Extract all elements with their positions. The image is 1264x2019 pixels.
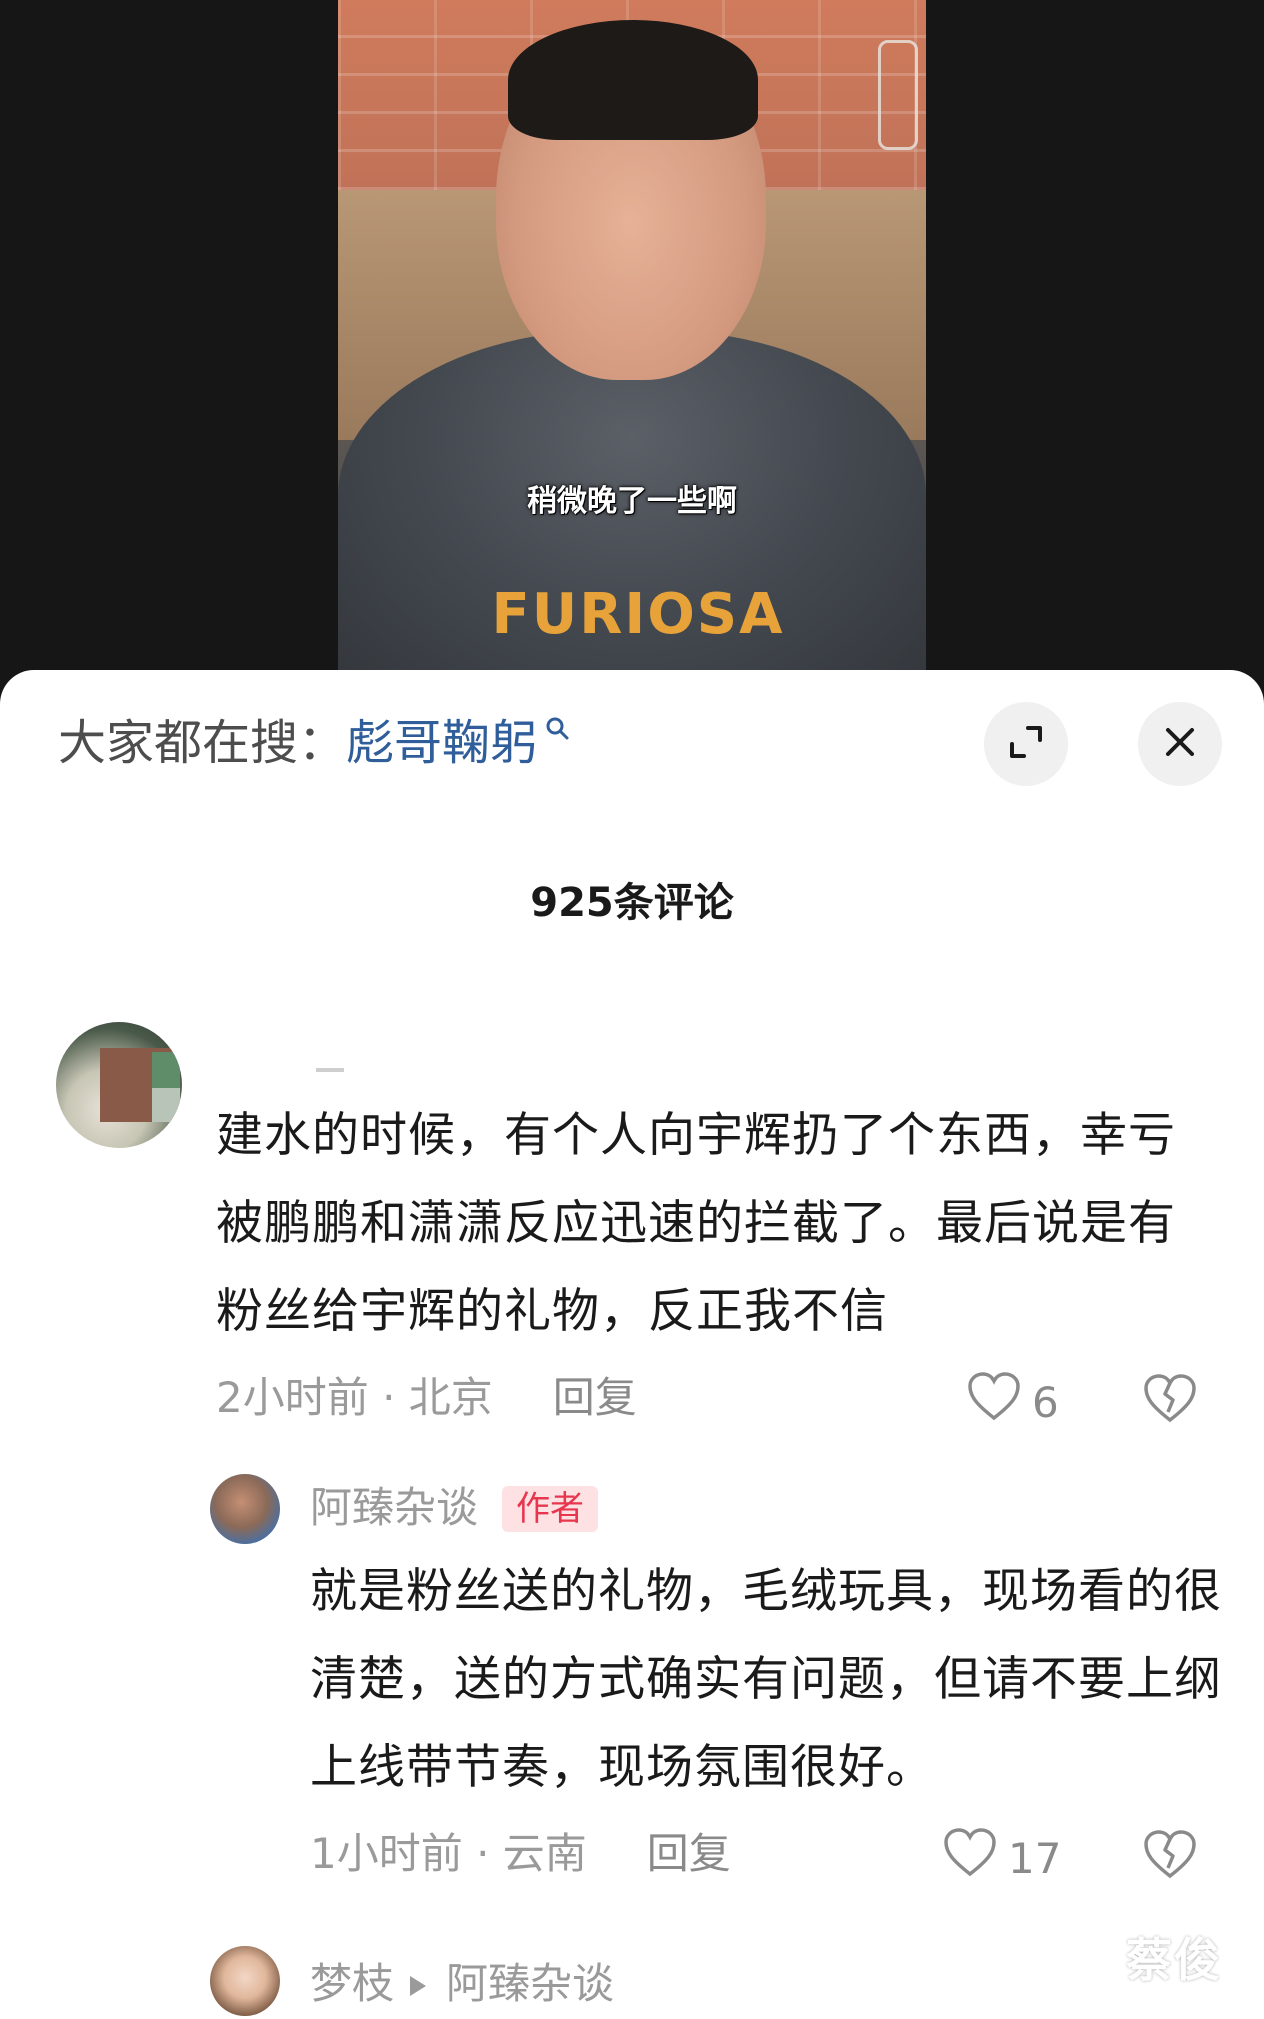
reply-username[interactable]: 梦枝 <box>310 1956 394 2012</box>
close-button[interactable] <box>1138 702 1222 786</box>
reply-username[interactable]: 阿臻杂谈 <box>310 1480 478 1536</box>
comment-text: 建水的时候，有个人向宇辉扔了个东西，幸亏被鹏鹏和潇潇反应迅速的拦截了。最后说是有… <box>216 1108 1176 1339</box>
avatar-mosaic <box>152 1052 180 1088</box>
heart-icon <box>966 1370 1022 1436</box>
comment-time-location: 2小时前 · 北京 <box>216 1373 493 1422</box>
video-subtitle: 稍微晚了一些啊 <box>527 484 737 519</box>
comment-meta: 2小时前 · 北京 回复 <box>216 1370 637 1426</box>
person-hair <box>508 20 758 140</box>
reply-text: 就是粉丝送的礼物，毛绒玩具，现场看的很清楚，送的方式确实有问题，但请不要上纲上线… <box>310 1564 1222 1795</box>
dislike-heart-icon <box>1142 1830 1198 1884</box>
expand-button[interactable] <box>984 702 1068 786</box>
reply-button[interactable]: 回复 <box>553 1370 637 1426</box>
avatar[interactable] <box>210 1946 280 2016</box>
dislike-heart-icon <box>1142 1374 1198 1428</box>
like-button[interactable]: 6 <box>966 1370 1059 1436</box>
heart-icon <box>942 1826 998 1892</box>
dislike-button[interactable] <box>1142 1828 1198 1884</box>
reply-header: 梦枝 阿臻杂谈 <box>310 1956 614 2012</box>
play-arrow-icon <box>408 1956 428 2012</box>
search-suggestion[interactable]: 大家都在搜： 彪哥鞠躬 <box>58 712 570 774</box>
watermark: 蔡俊 <box>1126 1933 1222 1987</box>
dislike-button[interactable] <box>1142 1372 1198 1428</box>
video-player[interactable]: FURIOSA <box>338 0 926 690</box>
close-icon <box>1162 724 1198 764</box>
author-badge: 作者 <box>502 1486 598 1532</box>
avatar[interactable] <box>210 1474 280 1544</box>
search-term-link[interactable]: 彪哥鞠躬 <box>346 712 538 774</box>
search-mini-icon <box>544 715 570 745</box>
expand-icon <box>1006 722 1046 766</box>
reply-button[interactable]: 回复 <box>647 1826 731 1882</box>
like-count: 6 <box>1032 1378 1059 1427</box>
reply-time-location: 1小时前 · 云南 <box>310 1829 587 1878</box>
shirt-logo: FURIOSA <box>491 582 785 647</box>
wall-cable <box>878 40 918 150</box>
avatar[interactable] <box>56 1022 182 1148</box>
avatar-mosaic <box>152 1088 180 1122</box>
comment-count-title: 925条评论 <box>530 880 734 926</box>
like-button[interactable]: 17 <box>942 1826 1061 1892</box>
like-count: 17 <box>1008 1834 1062 1883</box>
redacted-username <box>316 1068 344 1072</box>
reply-to-username[interactable]: 阿臻杂谈 <box>446 1956 614 2012</box>
search-prefix: 大家都在搜： <box>58 715 347 771</box>
reply-meta: 1小时前 · 云南 回复 <box>310 1826 731 1882</box>
